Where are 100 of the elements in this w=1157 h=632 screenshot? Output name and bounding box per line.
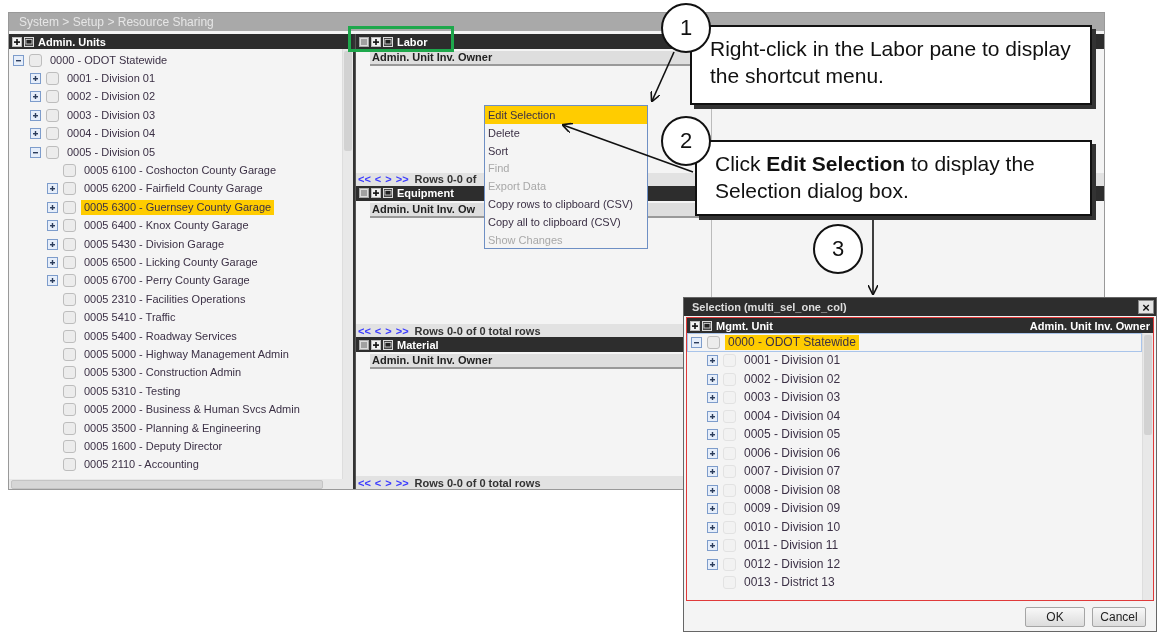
- pager-link[interactable]: <: [374, 476, 382, 489]
- pager-link[interactable]: >: [385, 324, 392, 337]
- pager-link[interactable]: >: [385, 476, 392, 489]
- checkbox[interactable]: [707, 335, 720, 349]
- expand-all-icon[interactable]: [371, 36, 381, 47]
- tree-item[interactable]: 0004 - Division 04: [64, 126, 159, 142]
- list-icon[interactable]: [359, 36, 369, 47]
- column-header: Mgmt. Unit: [716, 319, 773, 332]
- tree-item[interactable]: 0005 2310 - Facilities Operations: [81, 291, 249, 307]
- expand-icon[interactable]: [47, 257, 58, 268]
- tree-item[interactable]: 0003 - Division 03: [64, 107, 159, 123]
- scrollbar[interactable]: [342, 49, 353, 479]
- expand-all-icon[interactable]: [371, 339, 381, 350]
- expand-icon[interactable]: [30, 109, 41, 121]
- checkbox[interactable]: [63, 329, 76, 343]
- tree-item[interactable]: 0000 - ODOT Statewide: [47, 52, 171, 68]
- tree-item[interactable]: 0005 3500 - Planning & Engineering: [81, 420, 264, 436]
- dialog-title: Selection (multi_sel_one_col): [692, 301, 847, 313]
- pager-link[interactable]: <: [374, 173, 382, 186]
- scrollbar[interactable]: [1142, 333, 1153, 600]
- checkbox[interactable]: [63, 384, 76, 398]
- tree-item[interactable]: 0005 6300 - Guernsey County Garage: [81, 199, 275, 215]
- expand-icon[interactable]: [47, 183, 58, 195]
- checkbox[interactable]: [63, 219, 76, 233]
- checkbox[interactable]: [63, 256, 76, 269]
- expand-icon[interactable]: [47, 238, 58, 250]
- tree-item[interactable]: 0005 6200 - Fairfield County Garage: [81, 181, 266, 197]
- tree-item[interactable]: 0005 6400 - Knox County Garage: [81, 218, 252, 234]
- collapse-icon[interactable]: [30, 146, 41, 158]
- dialog-button[interactable]: Cancel: [1092, 607, 1146, 627]
- step-number: 1: [661, 3, 711, 53]
- checkbox[interactable]: [46, 90, 59, 104]
- checkbox[interactable]: [63, 439, 76, 453]
- checkbox[interactable]: [63, 347, 76, 361]
- expand-all-icon[interactable]: [690, 320, 700, 331]
- checkbox[interactable]: [63, 458, 76, 472]
- tree-item[interactable]: 0005 1600 - Deputy Director: [81, 438, 226, 454]
- checkbox[interactable]: [63, 237, 76, 251]
- pager-link[interactable]: >>: [395, 324, 409, 337]
- scrollbar[interactable]: [9, 479, 353, 489]
- window-icon[interactable]: [383, 339, 393, 350]
- window-icon[interactable]: [702, 320, 712, 331]
- expand-icon[interactable]: [47, 275, 58, 287]
- tree-item[interactable]: 0005 6700 - Perry County Garage: [81, 273, 253, 289]
- tree-item[interactable]: 0005 5310 - Testing: [81, 383, 184, 399]
- menu-item[interactable]: Edit Selection: [485, 106, 647, 124]
- window-icon[interactable]: [383, 188, 393, 199]
- checkbox[interactable]: [63, 292, 76, 306]
- pager-link[interactable]: >: [385, 173, 392, 186]
- dialog-button[interactable]: OK: [1025, 607, 1085, 627]
- checkbox[interactable]: [46, 108, 59, 122]
- expand-all-icon[interactable]: [371, 188, 381, 199]
- tree-item[interactable]: 0005 5300 - Construction Admin: [81, 365, 245, 381]
- tree-item[interactable]: 0005 5410 - Traffic: [81, 310, 179, 326]
- expand-all-icon[interactable]: [12, 36, 22, 47]
- pager-link[interactable]: >>: [395, 476, 409, 489]
- pager-link[interactable]: <<: [358, 476, 371, 489]
- pager-link[interactable]: <<: [358, 324, 371, 337]
- menu-item[interactable]: Sort: [485, 141, 647, 160]
- tree-item[interactable]: 0001 - Division 01: [64, 71, 159, 87]
- checkbox[interactable]: [63, 164, 76, 178]
- close-button[interactable]: ×: [1138, 300, 1154, 314]
- menu-item[interactable]: Delete: [485, 123, 647, 142]
- tree-item[interactable]: 0005 2110 - Accounting: [81, 457, 202, 473]
- window-icon[interactable]: [383, 36, 393, 47]
- checkbox[interactable]: [46, 127, 59, 141]
- tree-item[interactable]: 0005 2000 - Business & Human Svcs Admin: [81, 402, 303, 418]
- checkbox[interactable]: [29, 53, 42, 67]
- tree-item[interactable]: 0005 5430 - Division Garage: [81, 236, 228, 252]
- expand-icon[interactable]: [47, 220, 58, 232]
- tree-item[interactable]: 0005 6500 - Licking County Garage: [81, 255, 261, 270]
- window-icon[interactable]: [24, 36, 34, 47]
- expand-icon[interactable]: [30, 91, 41, 103]
- checkbox[interactable]: [63, 366, 76, 380]
- checkbox[interactable]: [63, 421, 76, 435]
- list-icon[interactable]: [359, 339, 369, 350]
- tree-item[interactable]: 0005 6100 - Coshocton County Garage: [81, 163, 280, 179]
- checkbox[interactable]: [63, 403, 76, 417]
- expand-icon[interactable]: [30, 128, 41, 140]
- pager-link[interactable]: <<: [358, 173, 371, 186]
- checkbox[interactable]: [63, 182, 76, 196]
- tree-item[interactable]: 0002 - Division 02: [64, 89, 159, 105]
- checkbox[interactable]: [63, 274, 76, 288]
- pager-link[interactable]: <: [374, 324, 382, 337]
- tree-item[interactable]: 0000 - ODOT Statewide: [725, 334, 859, 350]
- tree-item[interactable]: 0005 5000 - Highway Management Admin: [81, 346, 292, 362]
- collapse-icon[interactable]: [691, 336, 702, 348]
- checkbox[interactable]: [63, 311, 76, 325]
- checkbox[interactable]: [46, 145, 59, 159]
- list-icon[interactable]: [359, 188, 369, 199]
- checkbox[interactable]: [46, 72, 59, 86]
- pager-link[interactable]: >>: [395, 173, 409, 186]
- tree-item[interactable]: 0005 - Division 05: [64, 144, 159, 160]
- collapse-icon[interactable]: [13, 54, 24, 66]
- arrow: [650, 51, 675, 103]
- tree-item[interactable]: 0005 5400 - Roadway Services: [81, 328, 240, 344]
- expand-icon[interactable]: [47, 201, 58, 213]
- expand-icon[interactable]: [30, 73, 41, 85]
- checkbox[interactable]: [63, 200, 76, 214]
- rows-count: Rows 0-0 of 0 total rows: [414, 324, 541, 337]
